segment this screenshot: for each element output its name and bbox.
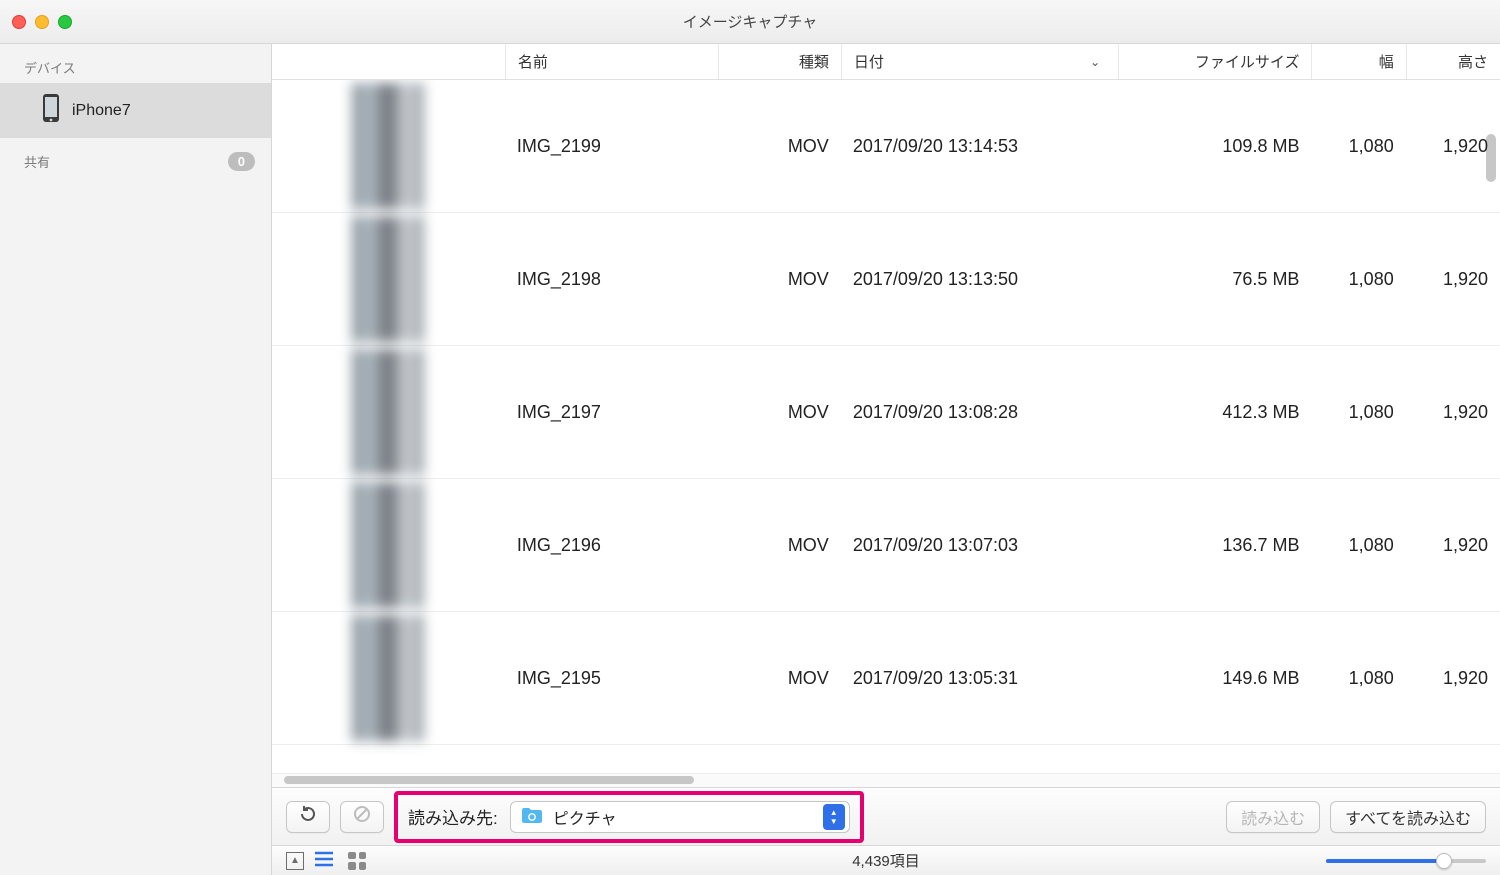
thumbnail <box>352 615 424 741</box>
cell-date: 2017/09/20 13:05:31 <box>841 668 1118 689</box>
bottom-toolbar: 読み込み先: ピクチャ ▲▼ 読み込む すべてを読み込む <box>272 787 1500 845</box>
thumbnail <box>352 216 424 342</box>
thumbnail <box>352 349 424 475</box>
chevron-down-icon: ⌄ <box>1090 55 1100 69</box>
cell-size: 149.6 MB <box>1118 668 1311 689</box>
sidebar-item-label: iPhone7 <box>72 102 131 120</box>
cell-height: 1,920 <box>1406 535 1500 556</box>
file-list: IMG_2199 MOV 2017/09/20 13:14:53 109.8 M… <box>272 80 1500 773</box>
thumbnail-zoom-slider[interactable] <box>1326 859 1486 863</box>
table-row[interactable]: IMG_2199 MOV 2017/09/20 13:14:53 109.8 M… <box>272 80 1500 213</box>
column-header-date-label: 日付 <box>854 51 884 72</box>
table-header: 名前 種類 日付 ⌄ ファイルサイズ 幅 高さ <box>272 44 1500 80</box>
titlebar: イメージキャプチャ <box>0 0 1500 44</box>
table-row[interactable]: IMG_2196 MOV 2017/09/20 13:07:03 136.7 M… <box>272 479 1500 612</box>
sidebar-item-device[interactable]: iPhone7 <box>0 83 271 138</box>
cell-kind: MOV <box>718 269 841 290</box>
shared-count-badge: 0 <box>228 152 255 171</box>
column-header-thumbnail[interactable] <box>272 44 505 79</box>
cell-name: IMG_2197 <box>505 402 718 423</box>
cell-size: 136.7 MB <box>1118 535 1311 556</box>
cell-width: 1,080 <box>1311 136 1405 157</box>
sidebar-heading-shared: 共有 0 <box>0 138 271 177</box>
cell-date: 2017/09/20 13:08:28 <box>841 402 1118 423</box>
cell-kind: MOV <box>718 535 841 556</box>
cell-height: 1,920 <box>1406 668 1500 689</box>
cell-name: IMG_2195 <box>505 668 718 689</box>
cell-height: 1,920 <box>1406 402 1500 423</box>
delete-button[interactable] <box>340 801 384 833</box>
window-controls <box>12 15 72 29</box>
status-bar: ▲ 4,439項目 <box>272 845 1500 875</box>
main-panel: 名前 種類 日付 ⌄ ファイルサイズ 幅 高さ IMG_2199 MOV 201… <box>272 44 1500 875</box>
import-all-button[interactable]: すべてを読み込む <box>1330 801 1486 833</box>
sidebar: デバイス iPhone7 共有 0 <box>0 44 272 875</box>
list-view-icon[interactable] <box>314 851 334 870</box>
item-count: 4,439項目 <box>272 850 1500 871</box>
column-header-width[interactable]: 幅 <box>1311 44 1405 79</box>
import-destination-group: 読み込み先: ピクチャ ▲▼ <box>394 791 864 843</box>
prohibit-icon <box>352 804 372 829</box>
cell-kind: MOV <box>718 402 841 423</box>
app-window: イメージキャプチャ デバイス iPhone7 共有 0 名前 種類 <box>0 0 1500 875</box>
cell-name: IMG_2196 <box>505 535 718 556</box>
rotate-ccw-icon <box>298 804 318 829</box>
destination-select[interactable]: ピクチャ ▲▼ <box>510 801 850 833</box>
cell-date: 2017/09/20 13:13:50 <box>841 269 1118 290</box>
column-header-name[interactable]: 名前 <box>505 44 718 79</box>
sidebar-heading-shared-label: 共有 <box>24 152 50 171</box>
table-row[interactable]: IMG_2195 MOV 2017/09/20 13:05:31 149.6 M… <box>272 612 1500 745</box>
cell-date: 2017/09/20 13:07:03 <box>841 535 1118 556</box>
cell-name: IMG_2199 <box>505 136 718 157</box>
column-header-date[interactable]: 日付 ⌄ <box>841 44 1118 79</box>
folder-icon <box>521 806 543 827</box>
close-button[interactable] <box>12 15 26 29</box>
cell-height: 1,920 <box>1406 136 1500 157</box>
thumbnail <box>352 83 424 209</box>
cell-height: 1,920 <box>1406 269 1500 290</box>
maximize-button[interactable] <box>58 15 72 29</box>
updown-icon: ▲▼ <box>823 804 845 830</box>
minimize-button[interactable] <box>35 15 49 29</box>
rotate-button[interactable] <box>286 801 330 833</box>
destination-value: ピクチャ <box>553 805 813 829</box>
sidebar-heading-devices: デバイス <box>0 44 271 83</box>
table-row[interactable]: IMG_2197 MOV 2017/09/20 13:08:28 412.3 M… <box>272 346 1500 479</box>
window-title: イメージキャプチャ <box>0 11 1500 32</box>
cell-kind: MOV <box>718 668 841 689</box>
cell-width: 1,080 <box>1311 269 1405 290</box>
column-header-kind[interactable]: 種類 <box>718 44 841 79</box>
panel-toggle-icon[interactable]: ▲ <box>286 852 304 870</box>
cell-size: 76.5 MB <box>1118 269 1311 290</box>
cell-date: 2017/09/20 13:14:53 <box>841 136 1118 157</box>
window-body: デバイス iPhone7 共有 0 名前 種類 日付 ⌄ <box>0 44 1500 875</box>
column-header-height[interactable]: 高さ <box>1406 44 1500 79</box>
column-header-filesize[interactable]: ファイルサイズ <box>1118 44 1311 79</box>
import-button[interactable]: 読み込む <box>1226 801 1320 833</box>
import-to-label: 読み込み先: <box>408 804 498 829</box>
cell-width: 1,080 <box>1311 402 1405 423</box>
grid-view-icon[interactable] <box>348 852 366 870</box>
table-row[interactable]: IMG_2198 MOV 2017/09/20 13:13:50 76.5 MB… <box>272 213 1500 346</box>
cell-width: 1,080 <box>1311 535 1405 556</box>
cell-name: IMG_2198 <box>505 269 718 290</box>
phone-icon <box>42 93 60 128</box>
cell-width: 1,080 <box>1311 668 1405 689</box>
cell-size: 109.8 MB <box>1118 136 1311 157</box>
horizontal-scrollbar-track[interactable] <box>272 773 1500 787</box>
cell-size: 412.3 MB <box>1118 402 1311 423</box>
horizontal-scrollbar-thumb[interactable] <box>284 776 694 784</box>
thumbnail <box>352 482 424 608</box>
cell-kind: MOV <box>718 136 841 157</box>
